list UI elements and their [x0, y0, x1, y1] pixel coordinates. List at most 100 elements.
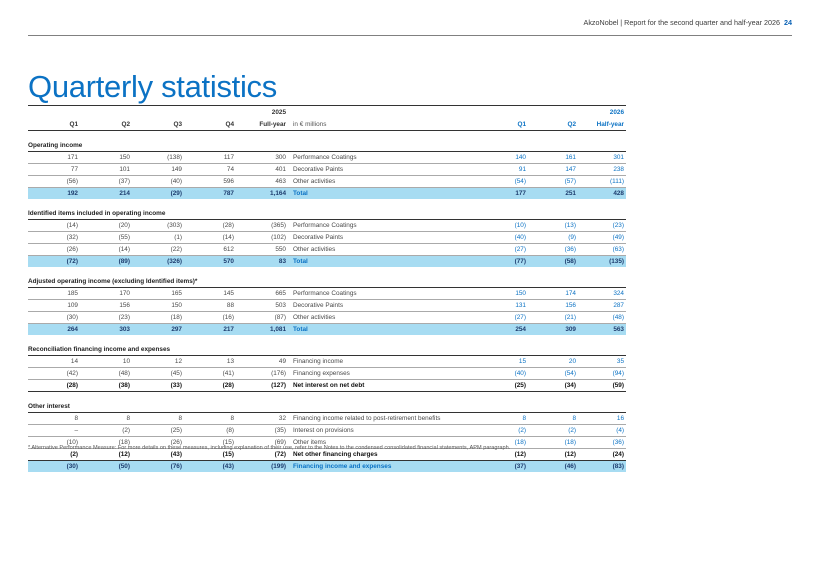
value-2025: 570: [184, 255, 236, 267]
value-2025: 14: [28, 355, 80, 368]
section-title-row: Other interest: [28, 401, 626, 413]
section-title: Reconciliation financing income and expe…: [28, 344, 626, 356]
section-title-row: Operating income: [28, 140, 626, 152]
section-title-row: Identified items included in operating i…: [28, 208, 626, 220]
row-label: Total: [288, 323, 478, 335]
row-label: Financing expenses: [288, 367, 478, 380]
value-2025: (55): [80, 231, 132, 244]
value-2025: 150: [80, 151, 132, 164]
report-title: AkzoNobel | Report for the second quarte…: [583, 18, 780, 27]
value-2025: 77: [28, 163, 80, 176]
value-2025: 297: [132, 323, 184, 335]
section-title: Adjusted operating income (excluding Ide…: [28, 276, 626, 288]
row-label: Other activities: [288, 311, 478, 324]
value-2026: (23): [578, 219, 626, 232]
value-2025: (45): [132, 367, 184, 380]
value-2026: 8: [478, 412, 528, 425]
value-2026: (18): [528, 436, 578, 449]
value-2025: (87): [236, 311, 288, 324]
table-row: – (2) (25) (8) (35) Interest on provisions (2)…: [28, 424, 626, 437]
value-2025: 8: [184, 412, 236, 425]
value-2026: (49): [578, 231, 626, 244]
table-row: (42) (48) (45) (41) (176) Financing expenses(…: [28, 367, 626, 380]
col-q1: Q1: [28, 118, 80, 131]
value-2026: 91: [478, 163, 528, 176]
row-label: Performance Coatings: [288, 219, 478, 232]
value-2025: 8: [132, 412, 184, 425]
page-header: AkzoNobel | Report for the second quarte…: [584, 18, 792, 27]
value-2025: 170: [80, 287, 132, 300]
table-row: 185 170 165 145 665 Performance Coatings 150 17…: [28, 287, 626, 300]
value-2025: 12: [132, 355, 184, 368]
value-2025: (28): [184, 219, 236, 232]
value-2026: (37): [478, 460, 528, 472]
value-2025: 74: [184, 163, 236, 176]
value-2025: (32): [28, 231, 80, 244]
value-2025: (56): [28, 175, 80, 188]
value-2026: (2): [528, 424, 578, 437]
value-2025: 145: [184, 287, 236, 300]
value-2026: (4): [578, 424, 626, 437]
table-row: (26) (14) (22) 612 550 Other activities (27) (3…: [28, 243, 626, 256]
total-row: 192 214 (29) 787 1,164 Total 177 251 428: [28, 187, 626, 199]
value-2025: (127): [236, 379, 288, 392]
value-2026: (12): [528, 448, 578, 461]
section-title-row: Adjusted operating income (excluding Ide…: [28, 276, 626, 288]
row-label: Decorative Paints: [288, 231, 478, 244]
value-2026: 16: [578, 412, 626, 425]
value-2026: (21): [528, 311, 578, 324]
value-2025: 8: [80, 412, 132, 425]
value-2026: 287: [578, 299, 626, 312]
value-2026: (57): [528, 175, 578, 188]
section-spacer: [28, 267, 626, 276]
value-2025: 117: [184, 151, 236, 164]
value-2026: (54): [528, 367, 578, 380]
value-2026: 301: [578, 151, 626, 164]
value-2025: (30): [28, 460, 80, 472]
value-2025: 10: [80, 355, 132, 368]
row-label: Total: [288, 187, 478, 199]
year-header-row: 2025 2026: [28, 105, 626, 118]
value-2025: (102): [236, 231, 288, 244]
value-2025: (20): [80, 219, 132, 232]
value-2025: 596: [184, 175, 236, 188]
value-2026: (94): [578, 367, 626, 380]
value-2025: 88: [184, 299, 236, 312]
table-row: (56) (37) (40) 596 463 Other activities (54) (5…: [28, 175, 626, 188]
value-2025: (89): [80, 255, 132, 267]
value-2025: (14): [184, 231, 236, 244]
value-2026: 35: [578, 355, 626, 368]
value-2025: (14): [80, 243, 132, 256]
value-2025: 264: [28, 323, 80, 335]
value-2025: (2): [80, 424, 132, 437]
value-2025: (16): [184, 311, 236, 324]
section-title: Identified items included in operating i…: [28, 208, 626, 220]
value-2026: 156: [528, 299, 578, 312]
value-2025: (38): [80, 379, 132, 392]
value-2026: (40): [478, 231, 528, 244]
value-2025: (22): [132, 243, 184, 256]
value-2025: (28): [28, 379, 80, 392]
section-spacer: [28, 392, 626, 402]
value-2025: (303): [132, 219, 184, 232]
value-2025: 787: [184, 187, 236, 199]
value-2025: 171: [28, 151, 80, 164]
row-label: Other activities: [288, 243, 478, 256]
value-2026: (54): [478, 175, 528, 188]
table-row: 109 156 150 88 503 Decorative Paints 131 156 287: [28, 299, 626, 312]
total-row: 264 303 297 217 1,081 Total 254 309 563: [28, 323, 626, 335]
value-2025: 156: [80, 299, 132, 312]
value-2026: 177: [478, 187, 528, 199]
value-2025: (28): [184, 379, 236, 392]
table-row: 171 150 (138) 117 300 Performance Coatings 140…: [28, 151, 626, 164]
value-2025: 550: [236, 243, 288, 256]
value-2025: (1): [132, 231, 184, 244]
value-2026: 147: [528, 163, 578, 176]
total-row: (72) (89) (326) 570 83 Total (77) (58) (135): [28, 255, 626, 267]
section-spacer: [28, 199, 626, 208]
value-2025: (33): [132, 379, 184, 392]
value-2026: 254: [478, 323, 528, 335]
column-header-row: Q1 Q2 Q3 Q4 Full-year in € millions Q1 Q…: [28, 118, 626, 131]
value-2025: (23): [80, 311, 132, 324]
value-2025: (37): [80, 175, 132, 188]
